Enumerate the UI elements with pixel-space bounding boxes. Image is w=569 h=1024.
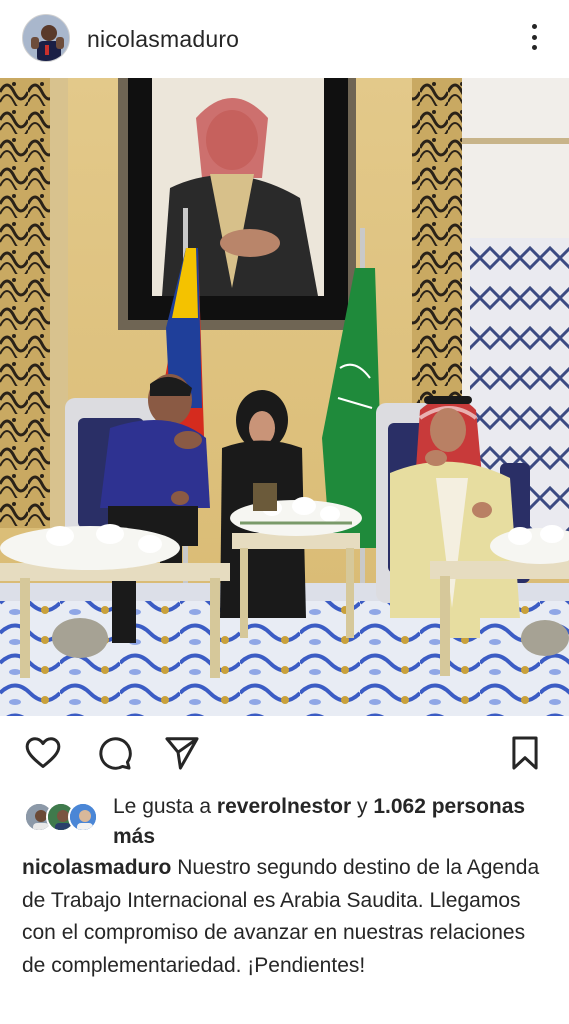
post-photo-image [0, 78, 569, 716]
post-header: nicolasmaduro [0, 0, 569, 78]
post-photo[interactable] [0, 78, 569, 716]
more-vertical-icon[interactable] [519, 22, 549, 52]
bookmark-icon[interactable] [506, 734, 544, 772]
liked-by-user[interactable]: reverolnestor [217, 795, 351, 818]
heart-icon[interactable] [24, 734, 62, 772]
post-actions [0, 716, 569, 791]
post-caption: nicolasmaduro Nuestro segundo destino de… [22, 852, 552, 982]
likes-text[interactable]: Le gusta a reverolnestor y 1.062 persona… [113, 792, 553, 852]
liked-by-avatars[interactable] [24, 802, 104, 834]
send-icon[interactable] [163, 734, 201, 772]
avatar-image [23, 15, 69, 61]
likes-prefix: Le gusta a [113, 795, 217, 818]
likes-summary: Le gusta a reverolnestor y 1.062 persona… [0, 788, 569, 848]
post-username[interactable]: nicolasmaduro [87, 26, 239, 53]
caption-username[interactable]: nicolasmaduro [22, 856, 171, 879]
comment-icon[interactable] [95, 734, 133, 772]
likes-connector: y [351, 795, 374, 818]
profile-avatar[interactable] [22, 14, 70, 62]
avatar [68, 802, 98, 832]
likes-count[interactable]: 1.062 [373, 795, 426, 818]
